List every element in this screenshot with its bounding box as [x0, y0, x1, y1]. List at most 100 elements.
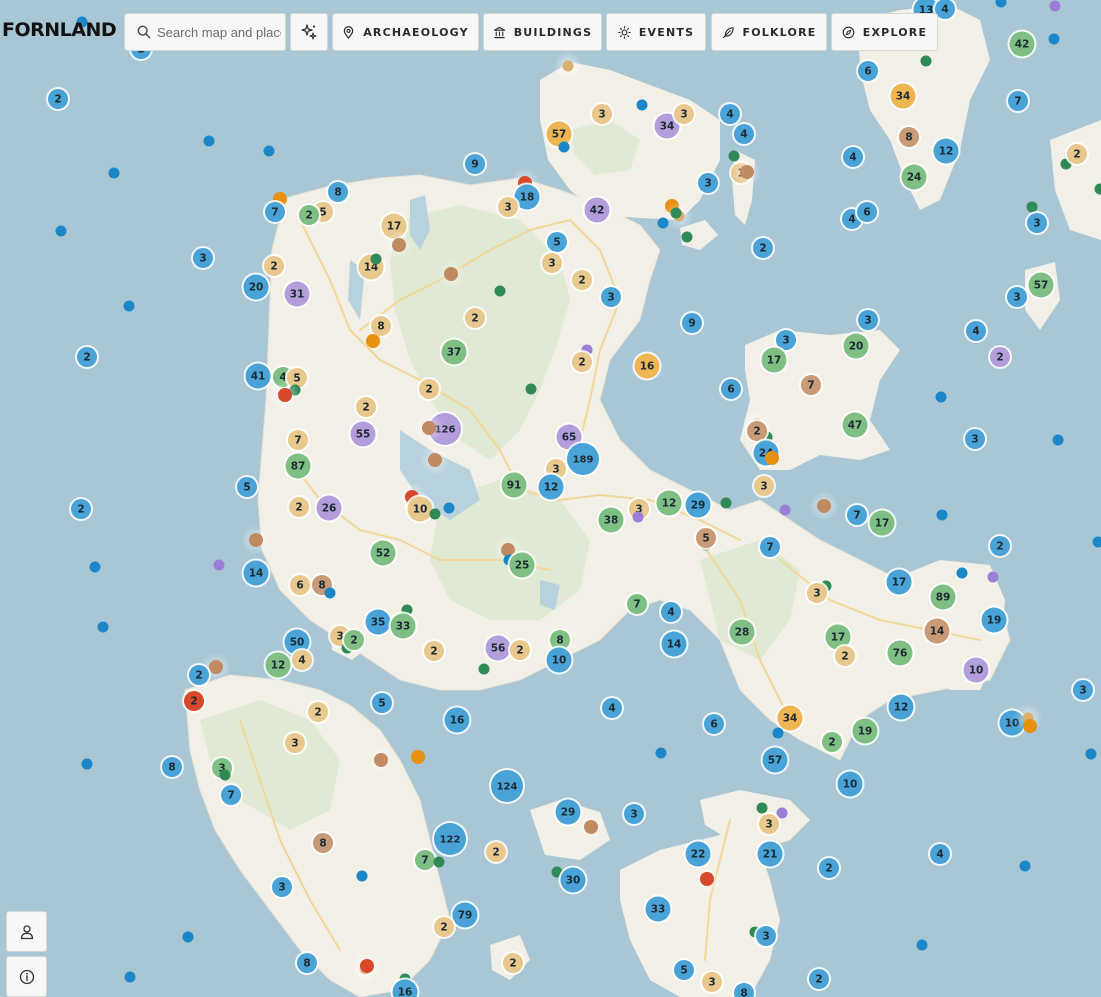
- map-marker[interactable]: [411, 750, 425, 764]
- map-marker[interactable]: [433, 856, 445, 868]
- map-marker[interactable]: 35: [363, 607, 393, 637]
- map-marker[interactable]: 3: [805, 581, 829, 605]
- map-marker[interactable]: [1085, 748, 1097, 760]
- map-marker[interactable]: [494, 285, 506, 297]
- map-marker[interactable]: [670, 207, 682, 219]
- map-marker[interactable]: [1049, 0, 1061, 12]
- map-marker[interactable]: 9: [680, 311, 704, 335]
- map-marker[interactable]: 6: [856, 59, 880, 83]
- map-marker[interactable]: 2: [570, 350, 594, 374]
- map-marker[interactable]: [553, 51, 583, 81]
- map-marker[interactable]: [558, 141, 570, 153]
- map-marker[interactable]: 21: [755, 839, 785, 869]
- map-marker[interactable]: 34: [888, 81, 918, 111]
- map-marker[interactable]: 17: [759, 345, 789, 375]
- map-marker[interactable]: 38: [596, 505, 626, 535]
- map-marker[interactable]: [935, 391, 947, 403]
- map-marker[interactable]: 12: [654, 488, 684, 518]
- map-marker[interactable]: 2: [187, 663, 211, 687]
- map-marker[interactable]: [324, 587, 336, 599]
- map-marker[interactable]: 2: [69, 497, 93, 521]
- map-marker[interactable]: [384, 230, 414, 260]
- map-marker[interactable]: [182, 931, 194, 943]
- map-marker[interactable]: 7: [1006, 89, 1030, 113]
- map-marker[interactable]: [916, 939, 928, 951]
- map-marker[interactable]: [732, 157, 762, 187]
- map-marker[interactable]: [772, 727, 784, 739]
- map-marker[interactable]: 89: [928, 582, 958, 612]
- map-marker[interactable]: [1026, 201, 1038, 213]
- map-marker[interactable]: [97, 621, 109, 633]
- map-marker[interactable]: 19: [850, 716, 880, 746]
- map-marker[interactable]: 2: [988, 345, 1012, 369]
- map-marker[interactable]: 2: [501, 951, 525, 975]
- map-marker[interactable]: [936, 509, 948, 521]
- search-box[interactable]: [124, 13, 286, 51]
- map-marker[interactable]: 2: [817, 856, 841, 880]
- map-marker[interactable]: 2: [306, 700, 330, 724]
- map-marker[interactable]: [756, 802, 768, 814]
- map-marker[interactable]: 2: [820, 730, 844, 754]
- map-marker[interactable]: 7: [845, 503, 869, 527]
- map-marker[interactable]: 12: [263, 650, 293, 680]
- map-marker[interactable]: 91: [499, 470, 529, 500]
- map-marker[interactable]: 5: [370, 691, 394, 715]
- map-marker[interactable]: [987, 571, 999, 583]
- map-marker[interactable]: [89, 561, 101, 573]
- map-marker[interactable]: 16: [442, 705, 472, 735]
- map-marker[interactable]: 2: [833, 644, 857, 668]
- map-marker[interactable]: 3: [283, 731, 307, 755]
- map-marker[interactable]: 2: [417, 377, 441, 401]
- map-marker[interactable]: 4: [964, 319, 988, 343]
- map-marker[interactable]: 8: [295, 951, 319, 975]
- map-marker[interactable]: 122: [432, 821, 468, 857]
- map-marker[interactable]: 10: [544, 645, 574, 675]
- map-marker[interactable]: [636, 99, 648, 111]
- map-marker[interactable]: 4: [659, 600, 683, 624]
- map-marker[interactable]: 5: [694, 526, 718, 550]
- map-marker[interactable]: 6: [719, 377, 743, 401]
- map-marker[interactable]: [356, 870, 368, 882]
- map-marker[interactable]: 76: [885, 638, 915, 668]
- map-marker[interactable]: 5: [235, 475, 259, 499]
- map-marker[interactable]: [370, 253, 382, 265]
- map-marker[interactable]: 3: [1071, 678, 1095, 702]
- map-marker[interactable]: [352, 951, 382, 981]
- map-marker[interactable]: [219, 769, 231, 781]
- category-archaeology-button[interactable]: ARCHAEOLOGY: [332, 13, 479, 51]
- map-marker[interactable]: [692, 864, 722, 894]
- map-marker[interactable]: 7: [263, 200, 287, 224]
- map-marker[interactable]: 189: [565, 441, 601, 477]
- map-marker[interactable]: 3: [590, 102, 614, 126]
- map-marker[interactable]: 12: [886, 692, 916, 722]
- category-buildings-button[interactable]: BUILDINGS: [483, 13, 602, 51]
- map-marker[interactable]: 3: [963, 427, 987, 451]
- map-marker[interactable]: 5: [545, 230, 569, 254]
- map-marker[interactable]: 8: [160, 755, 184, 779]
- map-marker[interactable]: 47: [840, 410, 870, 440]
- map-marker[interactable]: 4: [600, 696, 624, 720]
- map-marker[interactable]: 29: [683, 490, 713, 520]
- map-marker[interactable]: 2: [751, 236, 775, 260]
- map-marker[interactable]: 8: [326, 180, 350, 204]
- map-marker[interactable]: 3: [752, 474, 776, 498]
- map-marker[interactable]: 31: [282, 279, 312, 309]
- map-marker[interactable]: [366, 745, 396, 775]
- map-marker[interactable]: 2: [988, 534, 1012, 558]
- map-marker[interactable]: [525, 383, 537, 395]
- map-marker[interactable]: 7: [413, 848, 437, 872]
- map-marker[interactable]: [420, 445, 450, 475]
- map-marker[interactable]: 30: [558, 865, 588, 895]
- map-marker[interactable]: [632, 511, 644, 523]
- map-marker[interactable]: 20: [241, 272, 271, 302]
- map-marker[interactable]: [263, 145, 275, 157]
- map-marker[interactable]: 16: [632, 351, 662, 381]
- map-marker[interactable]: 52: [368, 538, 398, 568]
- map-marker[interactable]: [655, 747, 667, 759]
- map-marker[interactable]: 3: [1025, 211, 1049, 235]
- map-marker[interactable]: 25: [507, 550, 537, 580]
- map-canvas[interactable]: 2232235734344191834232532358721714220312…: [0, 0, 1101, 997]
- map-marker[interactable]: 7: [286, 428, 310, 452]
- brand-logo[interactable]: FORNLAND: [2, 19, 117, 41]
- map-marker[interactable]: [956, 567, 968, 579]
